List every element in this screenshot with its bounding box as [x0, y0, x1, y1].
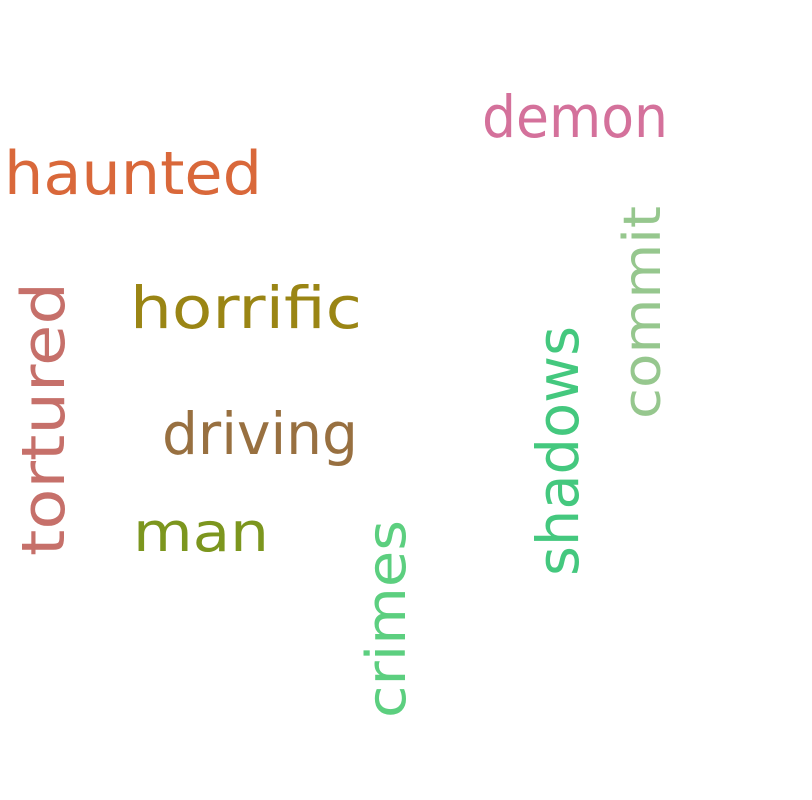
word-shadows: shadows: [524, 326, 592, 576]
word-driving: driving: [162, 400, 358, 468]
word-commit: commit: [613, 206, 673, 419]
word-tortured: tortured: [9, 282, 79, 556]
word-man: man: [133, 501, 269, 564]
word-demon: demon: [482, 83, 668, 151]
word-crimes: crimes: [355, 520, 418, 718]
word-cloud: haunted demon commit horrific tortured d…: [4, 83, 673, 718]
word-haunted: haunted: [4, 139, 262, 209]
word-horrific: horrific: [130, 274, 362, 342]
